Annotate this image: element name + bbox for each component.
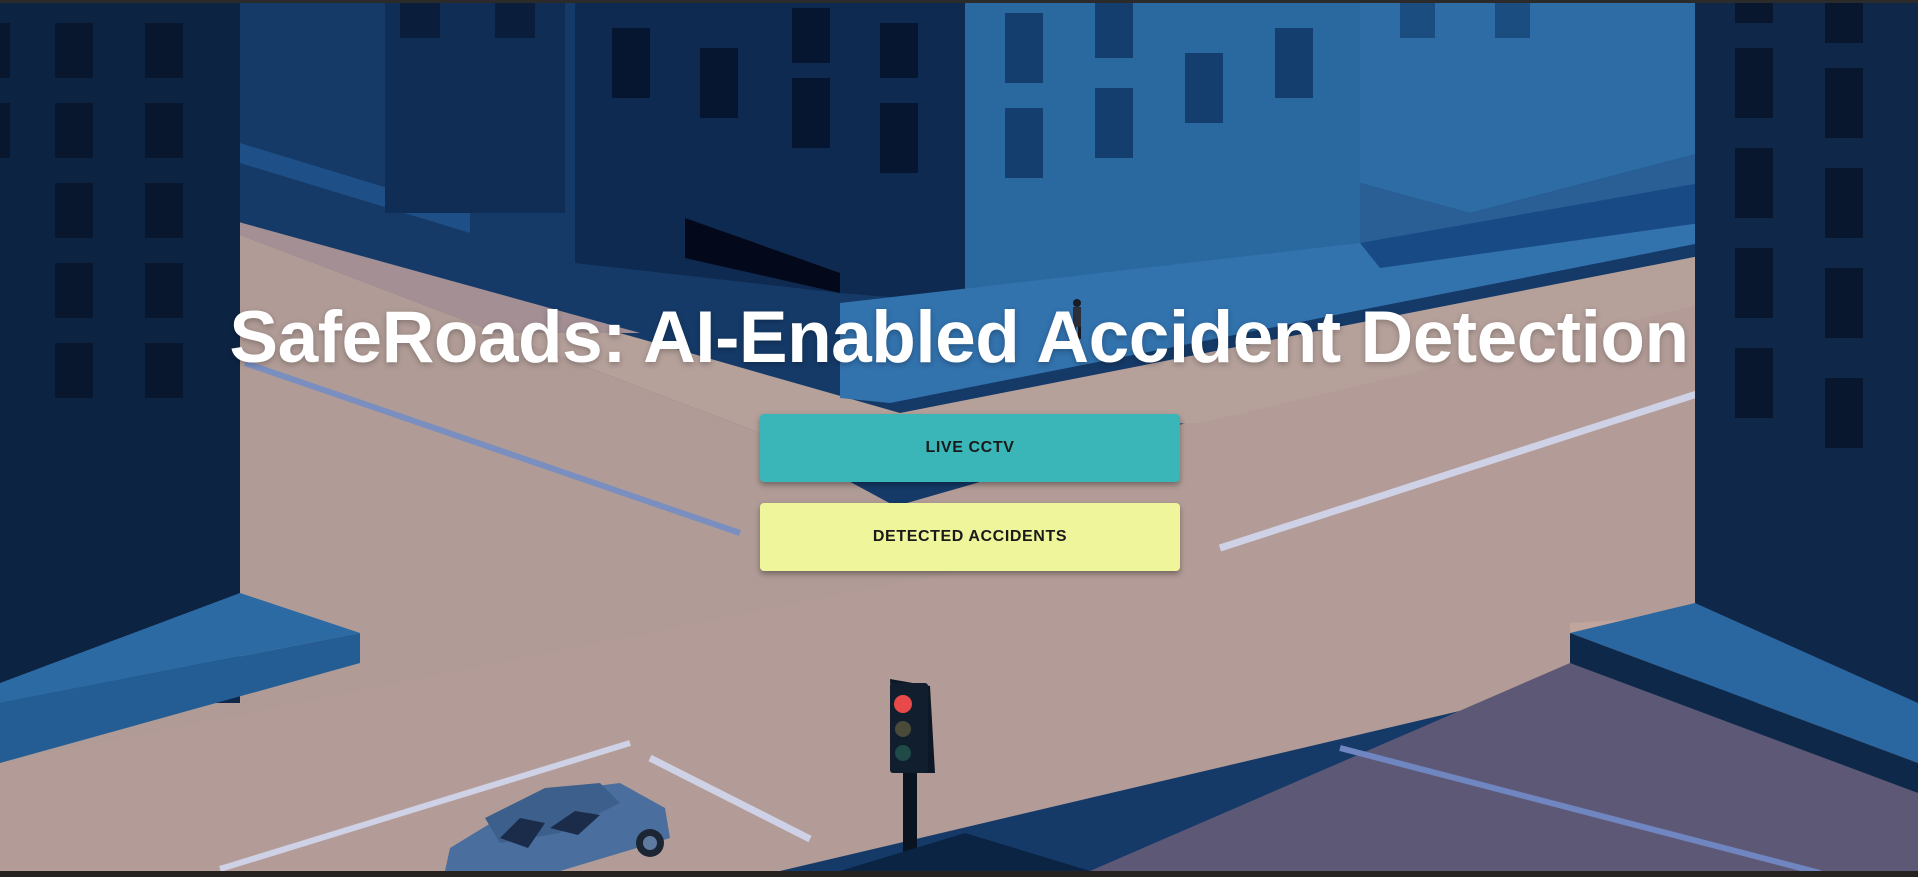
detected-accidents-button[interactable]: DETECTED ACCIDENTS (760, 503, 1180, 571)
bottom-border (0, 871, 1918, 877)
live-cctv-button[interactable]: LIVE CCTV (760, 414, 1180, 482)
page-title: SafeRoads: AI-Enabled Accident Detection (229, 297, 1689, 378)
hero-section: SafeRoads: AI-Enabled Accident Detection (0, 290, 1918, 386)
landing-page: SafeRoads: AI-Enabled Accident Detection… (0, 0, 1918, 877)
